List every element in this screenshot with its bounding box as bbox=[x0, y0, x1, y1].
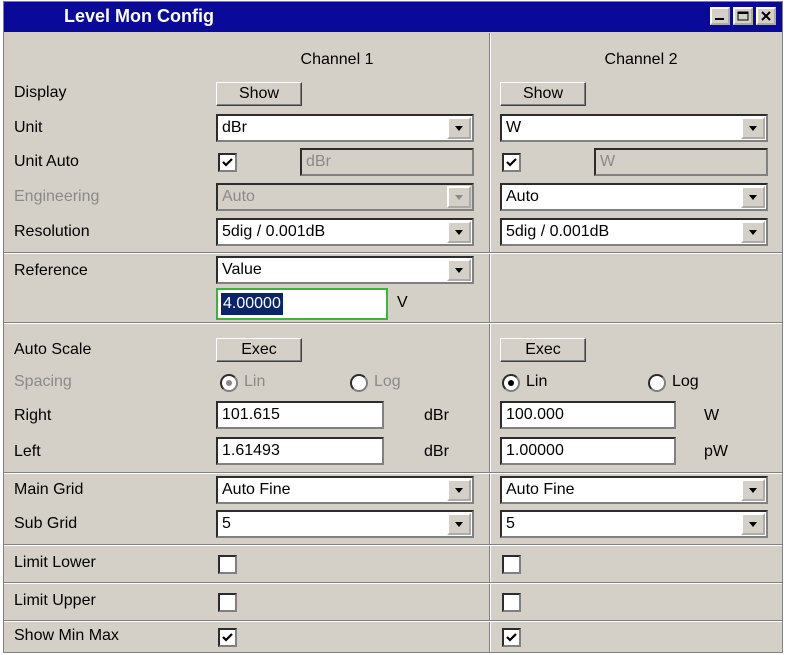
ch1-right-unit: dBr bbox=[424, 407, 449, 424]
column-separator bbox=[489, 33, 491, 252]
section-divider bbox=[4, 252, 782, 254]
ch2-spacing-lin-label: Lin bbox=[526, 373, 548, 390]
minimize-button[interactable] bbox=[710, 7, 730, 25]
ch2-auto-scale-exec-button[interactable]: Exec bbox=[500, 338, 586, 362]
ch1-sub-grid-select[interactable]: 5 bbox=[216, 510, 474, 538]
ch1-left-input[interactable]: 1.61493 bbox=[216, 437, 384, 465]
ch2-left-input[interactable]: 1.00000 bbox=[500, 437, 676, 465]
check-icon bbox=[506, 158, 517, 167]
ch1-reference-select[interactable]: Value bbox=[216, 256, 474, 284]
ch2-right-unit: W bbox=[704, 407, 720, 424]
ch1-main-grid-select[interactable]: Auto Fine bbox=[216, 476, 474, 504]
maximize-icon bbox=[737, 11, 749, 21]
chevron-down-icon[interactable] bbox=[447, 221, 471, 243]
section-divider bbox=[4, 544, 782, 546]
ch1-show-min-max-checkbox[interactable] bbox=[218, 628, 237, 647]
ch2-unit-value: W bbox=[506, 119, 522, 136]
chevron-down-icon[interactable] bbox=[447, 259, 471, 281]
minimize-icon bbox=[715, 18, 724, 20]
chevron-down-icon[interactable] bbox=[447, 513, 471, 535]
limit-upper-label: Limit Upper bbox=[14, 592, 96, 609]
chevron-down-icon[interactable] bbox=[741, 221, 765, 243]
sub-grid-label: Sub Grid bbox=[14, 515, 78, 532]
chevron-down-icon[interactable] bbox=[741, 513, 765, 535]
chevron-down-icon[interactable] bbox=[741, 479, 765, 501]
ch1-resolution-select[interactable]: 5dig / 0.001dB bbox=[216, 218, 474, 246]
section-divider bbox=[4, 322, 782, 324]
ch2-limit-lower-checkbox[interactable] bbox=[502, 555, 521, 574]
chevron-down-icon[interactable] bbox=[447, 479, 471, 501]
show-min-max-label: Show Min Max bbox=[14, 627, 119, 644]
unit-label: Unit bbox=[14, 119, 43, 136]
ch1-show-button[interactable]: Show bbox=[216, 82, 302, 106]
limit-lower-label: Limit Lower bbox=[14, 554, 96, 571]
ch2-unit-select[interactable]: W bbox=[500, 114, 768, 142]
chevron-down-icon bbox=[447, 186, 471, 208]
ch1-unit-select[interactable]: dBr bbox=[216, 114, 474, 142]
ch1-right-input[interactable]: 101.615 bbox=[216, 401, 384, 429]
channel-1-header: Channel 1 bbox=[300, 51, 374, 68]
title-bar[interactable]: Level Mon Config bbox=[4, 2, 782, 32]
ch2-main-grid-select[interactable]: Auto Fine bbox=[500, 476, 768, 504]
ch1-spacing-log-label: Log bbox=[374, 373, 401, 390]
ch2-unit-auto-field: W bbox=[594, 148, 768, 176]
channel-2-header: Channel 2 bbox=[604, 51, 678, 68]
left-label: Left bbox=[14, 443, 41, 460]
ch1-engineering-select: Auto bbox=[216, 183, 474, 211]
right-label: Right bbox=[14, 407, 52, 424]
ch1-unit-auto-field: dBr bbox=[300, 148, 474, 176]
check-icon bbox=[222, 633, 233, 642]
ch2-show-button[interactable]: Show bbox=[500, 82, 586, 106]
ch1-limit-upper-checkbox[interactable] bbox=[218, 593, 237, 612]
ch1-spacing-lin-label: Lin bbox=[244, 373, 266, 390]
chevron-down-icon[interactable] bbox=[741, 186, 765, 208]
display-label: Display bbox=[14, 84, 67, 101]
ch1-reference-value-input[interactable]: 4.00000 bbox=[216, 288, 388, 320]
level-mon-config-window: Level Mon Config Channel 1 Channel 2 Dis… bbox=[3, 1, 783, 653]
ch2-sub-grid-select[interactable]: 5 bbox=[500, 510, 768, 538]
ch1-unit-value: dBr bbox=[222, 119, 247, 136]
ch2-limit-upper-checkbox[interactable] bbox=[502, 593, 521, 612]
ch2-spacing-lin-radio[interactable] bbox=[502, 374, 520, 392]
check-icon bbox=[222, 158, 233, 167]
column-separator bbox=[489, 252, 491, 322]
ch2-resolution-select[interactable]: 5dig / 0.001dB bbox=[500, 218, 768, 246]
resolution-label: Resolution bbox=[14, 223, 90, 240]
spacing-label: Spacing bbox=[14, 373, 72, 390]
ch2-spacing-log-label: Log bbox=[672, 373, 699, 390]
maximize-button[interactable] bbox=[733, 7, 753, 25]
section-divider bbox=[4, 472, 782, 474]
ch1-left-unit: dBr bbox=[424, 443, 449, 460]
main-grid-label: Main Grid bbox=[14, 481, 84, 498]
ch2-engineering-select[interactable]: Auto bbox=[500, 183, 768, 211]
ch1-limit-lower-checkbox[interactable] bbox=[218, 555, 237, 574]
auto-scale-label: Auto Scale bbox=[14, 341, 92, 358]
chevron-down-icon[interactable] bbox=[447, 117, 471, 139]
ch1-reference-unit: V bbox=[397, 294, 408, 311]
ch1-unit-auto-checkbox[interactable] bbox=[218, 153, 237, 172]
close-button[interactable] bbox=[756, 7, 776, 25]
ch2-left-unit: pW bbox=[704, 443, 728, 460]
ch1-spacing-log-radio bbox=[350, 374, 368, 392]
ch2-spacing-log-radio[interactable] bbox=[648, 374, 666, 392]
ch2-show-min-max-checkbox[interactable] bbox=[502, 628, 521, 647]
engineering-label: Engineering bbox=[14, 188, 100, 205]
ch1-spacing-lin-radio bbox=[220, 374, 238, 392]
check-icon bbox=[506, 633, 517, 642]
section-divider bbox=[4, 620, 782, 622]
ch2-right-input[interactable]: 100.000 bbox=[500, 401, 676, 429]
ch1-auto-scale-exec-button[interactable]: Exec bbox=[216, 338, 302, 362]
reference-label: Reference bbox=[14, 262, 88, 279]
chevron-down-icon[interactable] bbox=[741, 117, 765, 139]
section-divider bbox=[4, 582, 782, 584]
column-separator bbox=[489, 322, 491, 652]
unit-auto-label: Unit Auto bbox=[14, 153, 79, 170]
window-title: Level Mon Config bbox=[64, 6, 214, 26]
close-icon bbox=[761, 11, 771, 21]
ch2-unit-auto-checkbox[interactable] bbox=[502, 153, 521, 172]
